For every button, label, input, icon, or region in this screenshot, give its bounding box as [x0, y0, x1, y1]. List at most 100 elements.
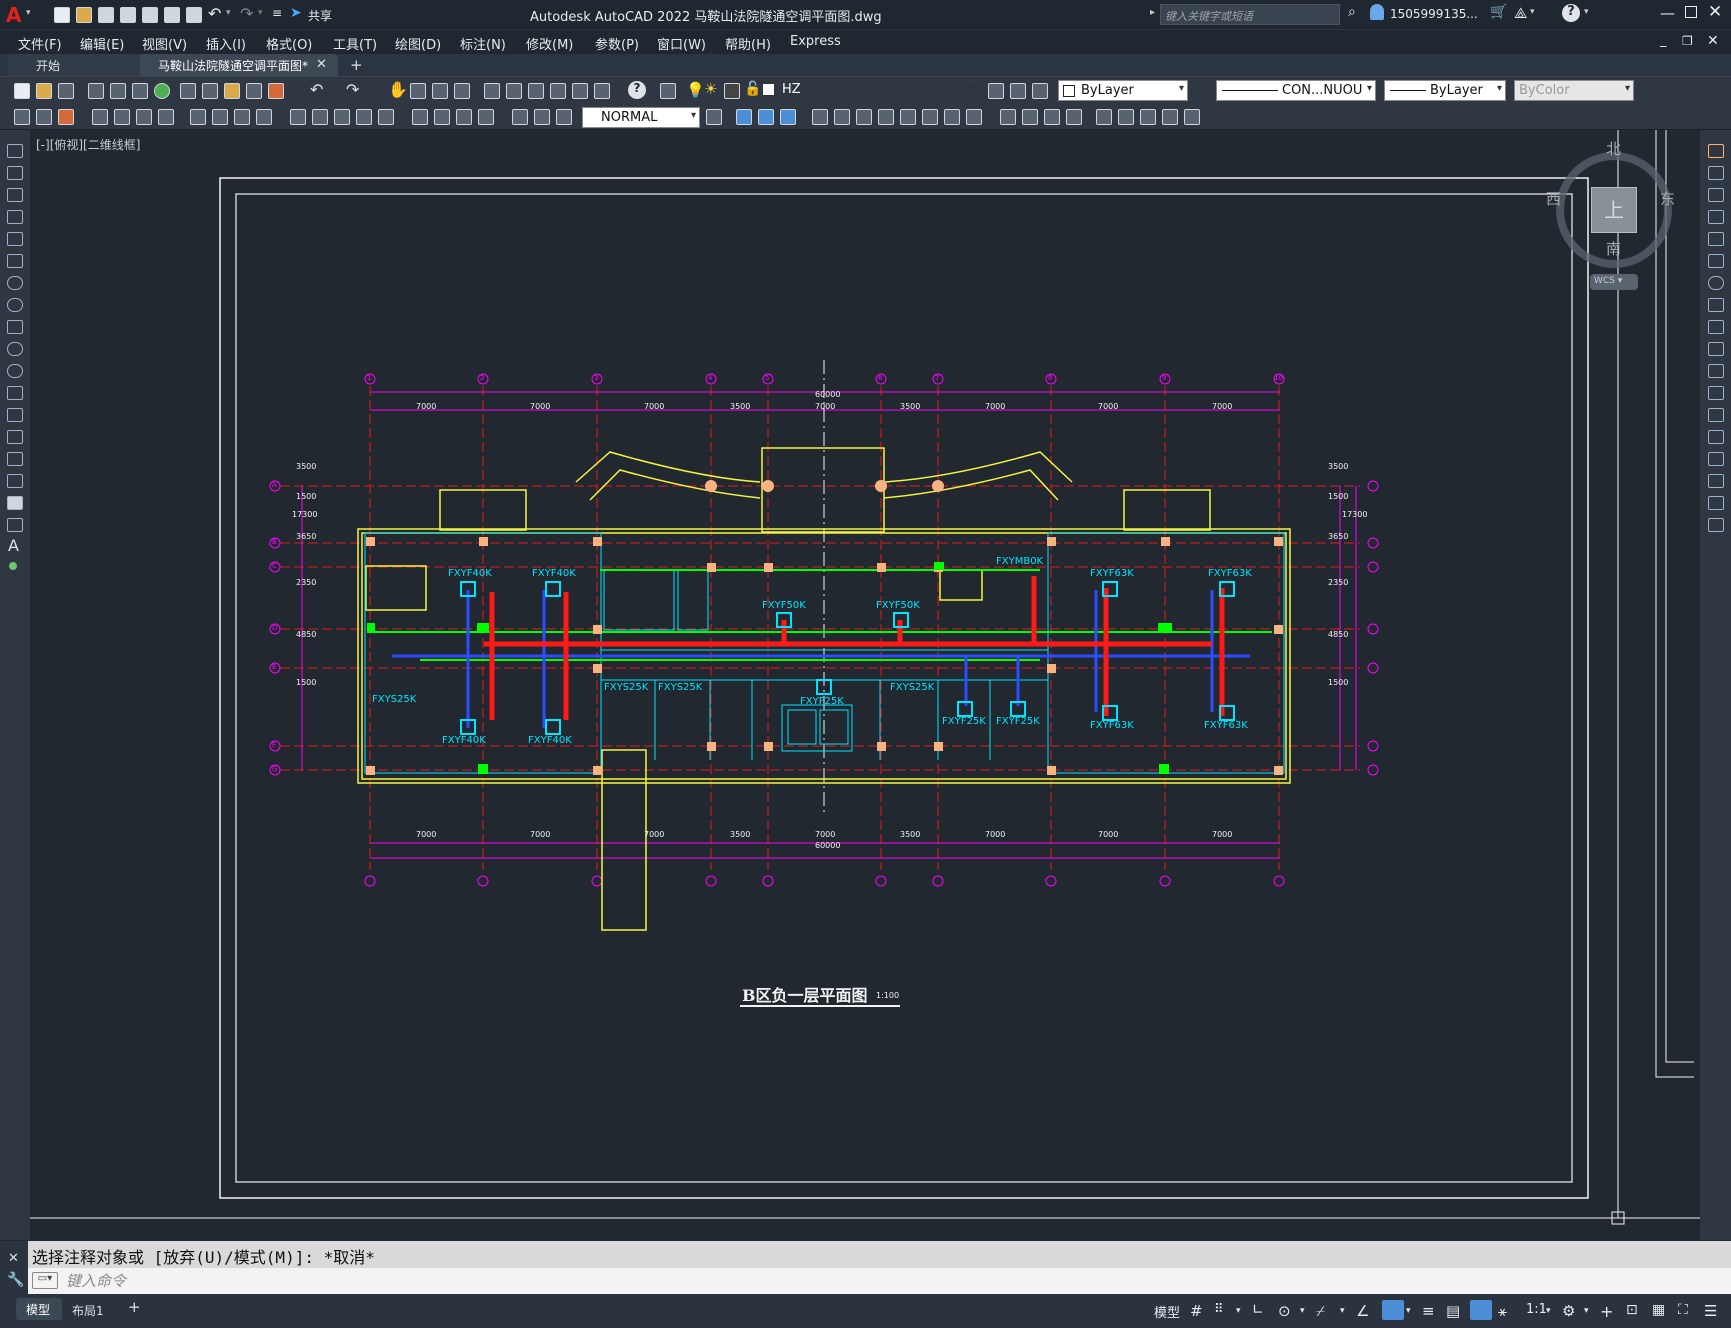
- modify-1-icon[interactable]: [14, 109, 30, 125]
- dim-update-icon[interactable]: [556, 109, 572, 125]
- layer-on-icon[interactable]: 💡: [686, 81, 705, 99]
- fullscreen-icon[interactable]: ⛶: [1678, 1302, 1688, 1318]
- erase-icon[interactable]: [1708, 144, 1724, 158]
- modify-blend-icon[interactable]: [1140, 109, 1156, 125]
- make-block-icon[interactable]: [7, 408, 23, 422]
- annotation-visibility-icon[interactable]: [1470, 1300, 1492, 1320]
- block-editor-icon[interactable]: [268, 83, 284, 99]
- open-web-icon[interactable]: [142, 7, 158, 23]
- mtext-icon[interactable]: A: [8, 536, 19, 555]
- offset-icon[interactable]: [1708, 210, 1724, 224]
- draworder-back-icon[interactable]: [758, 109, 774, 125]
- menu-edit[interactable]: 编辑(E): [80, 34, 124, 53]
- layer-dropdown-arrow-icon[interactable]: ▾: [970, 83, 975, 94]
- dim-ordinate-icon[interactable]: [158, 109, 174, 125]
- sheet-set-icon[interactable]: [550, 83, 566, 99]
- draworder-above-icon[interactable]: [780, 109, 796, 125]
- draworder-front-icon[interactable]: [736, 109, 752, 125]
- autocad-logo[interactable]: A: [6, 3, 21, 27]
- dimstyle-dropdown[interactable]: NORMAL ▾: [582, 107, 700, 128]
- inspect-icon[interactable]: [456, 109, 472, 125]
- construction-line-icon[interactable]: [7, 166, 23, 180]
- modify-array-icon[interactable]: [900, 109, 916, 125]
- dim-baseline-icon[interactable]: [312, 109, 328, 125]
- app-menu-chevron-icon[interactable]: ▾: [26, 8, 31, 18]
- workspace-dropdown-icon[interactable]: ▾: [1584, 1306, 1589, 1316]
- menu-window[interactable]: 窗口(W): [657, 34, 706, 53]
- dim-diameter-icon[interactable]: [234, 109, 250, 125]
- region-icon[interactable]: [7, 496, 23, 510]
- tab-drawing[interactable]: 马鞍山法院隧通空调平面图*: [140, 54, 338, 76]
- new-icon[interactable]: [54, 7, 70, 23]
- layer-dropdown[interactable]: HZ: [760, 80, 982, 101]
- annotation-scale[interactable]: 1:1: [1526, 1302, 1547, 1317]
- minimize-icon[interactable]: —: [1660, 4, 1675, 22]
- customize-wrench-icon[interactable]: 🔧: [7, 1272, 24, 1288]
- transparency-icon[interactable]: ▤: [1446, 1302, 1460, 1320]
- point-icon[interactable]: [7, 430, 23, 444]
- print-preview-icon[interactable]: [110, 83, 126, 99]
- customize-statusbar-icon[interactable]: ☰: [1704, 1302, 1717, 1320]
- break-at-point-icon[interactable]: [1708, 386, 1724, 400]
- cart-icon[interactable]: 🛒: [1490, 4, 1507, 20]
- paste-icon[interactable]: [224, 83, 240, 99]
- command-input[interactable]: 键入命令: [66, 1270, 1716, 1291]
- menu-parametric[interactable]: 参数(P): [595, 34, 639, 53]
- save-web-icon[interactable]: [164, 7, 180, 23]
- array-icon[interactable]: [1708, 232, 1724, 246]
- save-icon[interactable]: [98, 7, 114, 23]
- tb-undo-icon[interactable]: ↶: [310, 80, 323, 99]
- viewcube-north[interactable]: 北: [1606, 138, 1621, 159]
- dim-linear-icon[interactable]: [92, 109, 108, 125]
- chamfer-icon[interactable]: [1708, 452, 1724, 466]
- lineweight-icon[interactable]: ≡: [1422, 1302, 1435, 1320]
- modify-extend-icon[interactable]: [1022, 109, 1038, 125]
- ellipse-icon[interactable]: [7, 342, 23, 356]
- copy-icon[interactable]: [202, 83, 218, 99]
- menu-insert[interactable]: 插入(I): [206, 34, 246, 53]
- fillet-icon[interactable]: [1708, 474, 1724, 488]
- modify-scale-icon[interactable]: [944, 109, 960, 125]
- tab-start[interactable]: 开始: [8, 54, 148, 76]
- dim-jogged-icon[interactable]: [212, 109, 228, 125]
- viewcube-east[interactable]: 东: [1660, 188, 1675, 209]
- make-current-icon[interactable]: [988, 83, 1004, 99]
- viewcube-south[interactable]: 南: [1606, 238, 1621, 259]
- blend-curves-icon[interactable]: [1708, 496, 1724, 510]
- modify-explode-icon[interactable]: [1162, 109, 1178, 125]
- insert-block-icon[interactable]: [7, 386, 23, 400]
- jogged-linear-icon[interactable]: [478, 109, 494, 125]
- tab-layout1[interactable]: 布局1: [72, 1302, 104, 1319]
- auto-scale-icon[interactable]: ⚹: [1498, 1302, 1507, 1320]
- search-input[interactable]: 键入关键字或短语: [1160, 4, 1340, 25]
- modify-2-icon[interactable]: [36, 109, 52, 125]
- stretch-icon[interactable]: [1708, 320, 1724, 334]
- wcs-menu[interactable]: WCS ▾: [1590, 274, 1638, 290]
- qnew-icon[interactable]: [14, 83, 30, 99]
- help-icon[interactable]: ?: [1562, 4, 1580, 22]
- add-selected-icon[interactable]: [9, 562, 17, 570]
- quick-dim-icon[interactable]: [290, 109, 306, 125]
- spline-icon[interactable]: [7, 320, 23, 334]
- print-icon[interactable]: [88, 83, 104, 99]
- markup-icon[interactable]: [572, 83, 588, 99]
- viewcube-top-face[interactable]: 上: [1591, 187, 1637, 233]
- grid-icon[interactable]: #: [1190, 1302, 1203, 1320]
- app-dropdown-icon[interactable]: ▾: [1530, 7, 1535, 17]
- scale-icon[interactable]: [1708, 298, 1724, 312]
- layer-lock-icon[interactable]: 🔓: [744, 81, 761, 97]
- gradient-icon[interactable]: [7, 474, 23, 488]
- modify-join-icon[interactable]: [1066, 109, 1082, 125]
- dwf-icon[interactable]: [154, 83, 170, 99]
- redo-dropdown-icon[interactable]: ▾: [258, 8, 263, 18]
- dim-continue-icon[interactable]: [334, 109, 350, 125]
- layer-thaw-icon[interactable]: ☀: [704, 80, 717, 98]
- snap-icon[interactable]: ⠿: [1214, 1302, 1224, 1317]
- tool-palettes-icon[interactable]: [528, 83, 544, 99]
- drawing-canvas[interactable]: [-][俯视][二维线框] 60000 60000 7000 7000 7000…: [30, 130, 1700, 1240]
- arc-icon[interactable]: [7, 254, 23, 268]
- break-icon[interactable]: [1708, 408, 1724, 422]
- modify-offset-icon[interactable]: [878, 109, 894, 125]
- isodraft-icon[interactable]: ⌿: [1316, 1302, 1325, 1320]
- modify-break-icon[interactable]: [1044, 109, 1060, 125]
